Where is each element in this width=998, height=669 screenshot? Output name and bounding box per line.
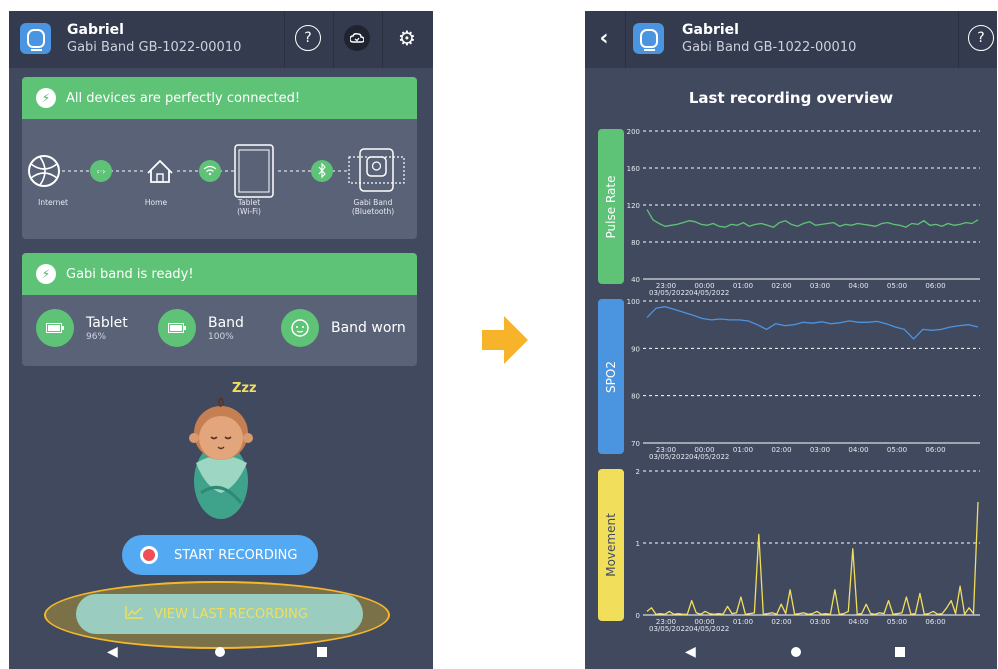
tablet-icon: [234, 144, 274, 198]
x-tick-label: 05:00: [887, 282, 907, 290]
y-tick-label: 120: [627, 202, 640, 210]
x-tick-label: 02:00: [771, 618, 791, 626]
date-label: 03/05/2022: [649, 625, 689, 633]
y-tick-label: 80: [631, 393, 640, 401]
battery-icon: [158, 309, 196, 347]
date-label: 04/05/2022: [689, 453, 729, 461]
android-nav-bar: ◀: [9, 641, 433, 669]
transition-arrow-icon: [482, 316, 528, 364]
x-tick-label: 06:00: [925, 282, 945, 290]
tablet-battery-value: 96%: [86, 332, 107, 342]
connection-diagram: ‹·›: [28, 144, 405, 198]
app-bar: Gabriel Gabi Band GB-1022-00010 ? ⚙: [9, 11, 433, 68]
y-tick-label: 90: [631, 345, 640, 353]
series-line: [646, 209, 979, 228]
x-tick-label: 03:00: [810, 446, 830, 454]
y-tick-label: 2: [636, 468, 640, 476]
ethernet-icon: ‹·›: [90, 160, 112, 182]
x-tick-label: 05:00: [887, 446, 907, 454]
node-sub-tablet: (Wi-Fi): [237, 207, 261, 216]
ready-status-text: Gabi band is ready!: [66, 266, 194, 282]
gabi-logo-icon: [20, 23, 51, 54]
help-icon[interactable]: ?: [295, 25, 321, 51]
x-tick-label: 01:00: [733, 618, 753, 626]
cloud-icon[interactable]: [344, 25, 370, 51]
chart-line-icon: [124, 604, 144, 624]
x-tick-label: 05:00: [887, 618, 907, 626]
y-tick-label: 1: [636, 540, 640, 548]
x-tick-label: 02:00: [771, 446, 791, 454]
sleeping-baby-illustration: [189, 397, 253, 519]
y-tick-label: 70: [631, 440, 640, 448]
x-tick-label: 01:00: [733, 282, 753, 290]
y-tick-label: 40: [631, 276, 640, 284]
x-tick-label: 03:00: [810, 282, 830, 290]
globe-icon: [28, 155, 60, 187]
y-tick-label: 0: [636, 612, 640, 620]
x-tick-label: 04:00: [848, 618, 868, 626]
svg-text:‹·›: ‹·›: [97, 167, 106, 176]
bluetooth-icon: [311, 160, 333, 182]
back-nav-icon[interactable]: ◀: [107, 644, 118, 660]
y-tick-label: 100: [627, 298, 640, 306]
bolt-icon: ⚡: [36, 88, 56, 108]
x-tick-label: 02:00: [771, 282, 791, 290]
battery-icon: [36, 309, 74, 347]
ready-header: ⚡ Gabi band is ready!: [22, 253, 417, 295]
x-tick-label: 06:00: [925, 446, 945, 454]
band-icon: [348, 148, 405, 192]
user-name: Gabriel: [67, 22, 124, 38]
x-tick-label: 06:00: [925, 618, 945, 626]
y-tick-label: 80: [631, 239, 640, 247]
home-nav-icon[interactable]: [215, 647, 225, 657]
band-battery-label: Band: [208, 315, 244, 331]
wifi-icon: [199, 160, 221, 182]
date-label: 04/05/2022: [689, 289, 729, 297]
band-worn-label: Band worn: [331, 320, 406, 336]
baby-face-icon: [281, 309, 319, 347]
left-phone-screen: Gabriel Gabi Band GB-1022-00010 ? ⚙ ⚡ Al…: [9, 11, 433, 669]
view-last-recording-label: VIEW LAST RECORDING: [154, 606, 308, 622]
y-tick-label: 160: [627, 165, 640, 173]
x-tick-label: 01:00: [733, 446, 753, 454]
node-sub-band: (Bluetooth): [351, 207, 395, 216]
tablet-battery-label: Tablet: [86, 315, 128, 331]
recents-nav-icon[interactable]: [317, 647, 327, 657]
home-icon: [147, 159, 173, 183]
bolt-icon: ⚡: [36, 264, 56, 284]
x-tick-label: 04:00: [848, 282, 868, 290]
back-nav-icon[interactable]: ◀: [685, 644, 696, 660]
x-tick-label: 03:00: [810, 618, 830, 626]
android-nav-bar: ◀: [585, 641, 997, 669]
node-label-home: Home: [144, 198, 168, 207]
date-label: 04/05/2022: [689, 625, 729, 633]
node-label-internet: Internet: [38, 198, 68, 207]
series-line: [646, 306, 979, 340]
y-tick-label: 200: [627, 128, 640, 136]
band-battery-value: 100%: [208, 332, 234, 342]
start-recording-button[interactable]: START RECORDING: [122, 535, 318, 575]
start-recording-label: START RECORDING: [174, 547, 298, 563]
date-label: 03/05/2022: [649, 453, 689, 461]
record-icon: [140, 546, 158, 564]
device-name: Gabi Band GB-1022-00010: [67, 40, 242, 55]
x-tick-label: 04:00: [848, 446, 868, 454]
node-label-tablet: Tablet: [237, 198, 261, 207]
home-nav-icon[interactable]: [791, 647, 801, 657]
series-line: [646, 501, 979, 615]
recording-charts: 408012016020023:00 00:00 01:00 02:00 03:00 04…: [627, 128, 980, 633]
right-phone-screen: ‹ Gabriel Gabi Band GB-1022-00010 ? Last…: [585, 11, 997, 669]
view-last-recording-button[interactable]: VIEW LAST RECORDING: [76, 594, 363, 634]
gear-icon[interactable]: ⚙: [394, 25, 420, 51]
connection-status-text: All devices are perfectly connected!: [66, 90, 301, 106]
recents-nav-icon[interactable]: [895, 647, 905, 657]
connection-header: ⚡ All devices are perfectly connected!: [22, 77, 417, 119]
date-label: 03/05/2022: [649, 289, 689, 297]
node-label-band: Gabi Band: [353, 198, 393, 207]
